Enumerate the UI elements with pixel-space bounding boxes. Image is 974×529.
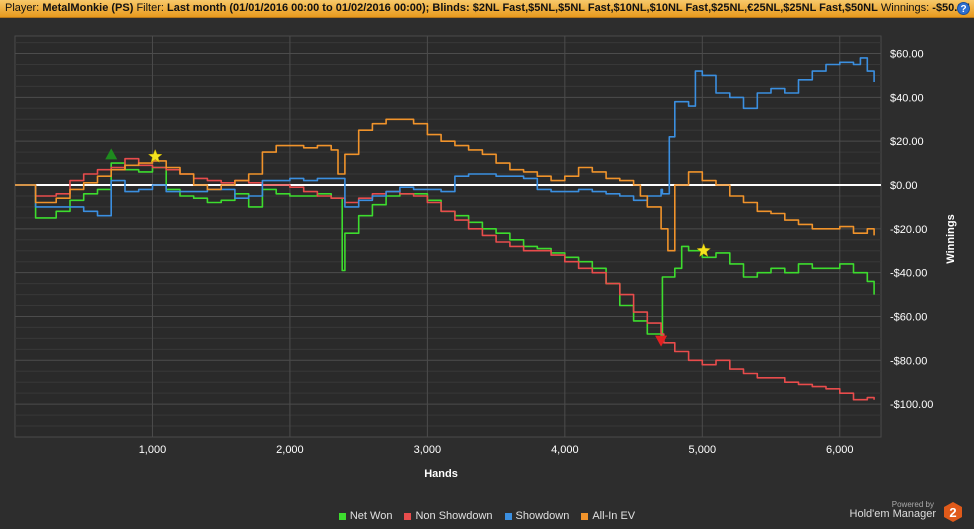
winnings-label: Winnings: [880,2,930,14]
hm2-logo-digit: 2 [949,505,956,520]
x-tick-labels: 1,000 2,000 3,000 4,000 5,000 6,000 [139,444,854,456]
y-tick-label: -$100.00 [890,399,933,411]
y-tick-label: $0.00 [890,180,918,192]
filter-label: Filter: [136,2,164,14]
winnings-chart: 1,000 2,000 3,000 4,000 5,000 6,000 $60.00 $40… [14,35,957,480]
x-tick-label: 4,000 [551,444,579,456]
legend-label: Showdown [515,510,570,522]
legend-item-net-won[interactable]: Net Won [338,510,393,522]
x-axis-title: Hands [424,468,458,480]
y-tick-label: -$60.00 [890,311,927,323]
legend-swatch [581,512,589,520]
player-label: Player: [5,2,40,14]
help-icon[interactable]: ? [957,2,970,15]
y-tick-label: -$20.00 [890,224,927,236]
legend-label: Non Showdown [415,510,493,522]
filter-value: Last month (01/01/2016 00:00 to 01/02/20… [167,2,878,14]
legend-item-all-in-ev[interactable]: All-In EV [581,510,635,522]
x-tick-label: 5,000 [689,444,717,456]
plot-area [14,35,882,438]
y-tick-labels: $60.00 $40.00 $20.00 $0.00 -$20.00 -$40.00 -$6… [890,49,933,412]
legend-label: All-In EV [592,510,636,522]
y-tick-label: $60.00 [890,49,924,61]
x-tick-label: 1,000 [139,444,167,456]
y-tick-label: $20.00 [890,136,924,148]
y-tick-label: $40.00 [890,92,924,104]
legend-item-non-showdown[interactable]: Non Showdown [404,510,493,522]
player-value: MetalMonkie (PS) [42,2,134,14]
brand-name: Hold'em Manager [849,508,936,520]
legend-swatch [404,512,412,520]
legend-label: Net Won [349,510,393,522]
y-tick-label: -$80.00 [890,355,927,367]
y-axis-title: Winnings [945,214,957,263]
filter-bar: Player: MetalMonkie (PS) Filter: Last mo… [0,0,974,18]
x-tick-label: 6,000 [826,444,854,456]
legend-swatch [338,512,346,520]
x-tick-label: 3,000 [414,444,442,456]
x-tick-label: 2,000 [276,444,304,456]
legend-swatch [504,512,512,520]
hm2-logo-icon: 2 [944,502,962,522]
y-tick-label: -$40.00 [890,268,927,280]
legend-item-showdown[interactable]: Showdown [504,510,570,522]
legend: Net Won Non Showdown Showdown All-In EV [0,510,974,522]
